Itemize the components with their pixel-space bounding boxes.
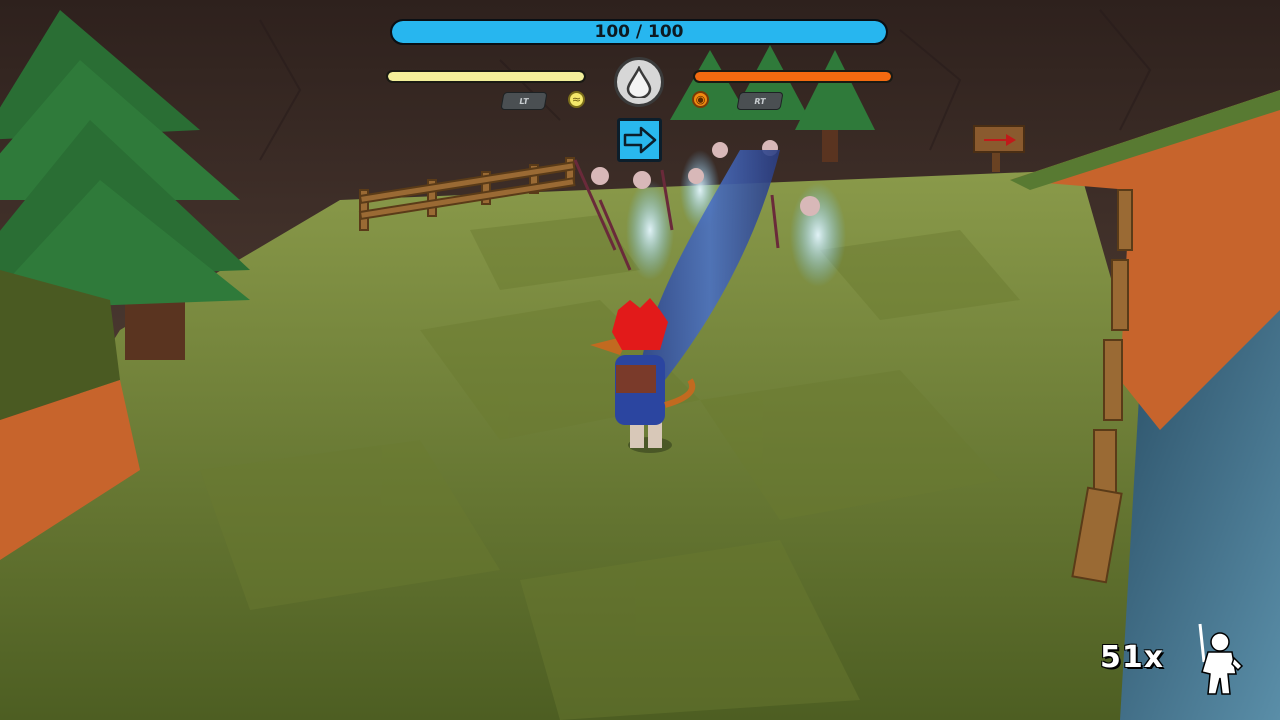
game-scene [0, 0, 1280, 720]
